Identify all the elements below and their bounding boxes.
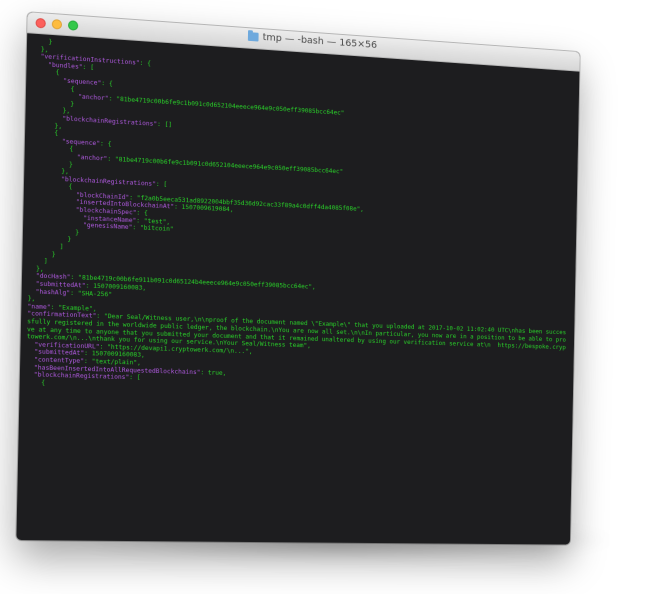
stage: tmp — -bash — 165×56 } }, "verificationI…: [0, 0, 650, 594]
terminal-window[interactable]: tmp — -bash — 165×56 } }, "verificationI…: [16, 12, 579, 544]
folder-icon: [248, 32, 259, 41]
window-title: tmp — -bash — 165×56: [263, 32, 378, 51]
terminal-output[interactable]: } }, "verificationInstructions": { "bund…: [16, 33, 579, 542]
